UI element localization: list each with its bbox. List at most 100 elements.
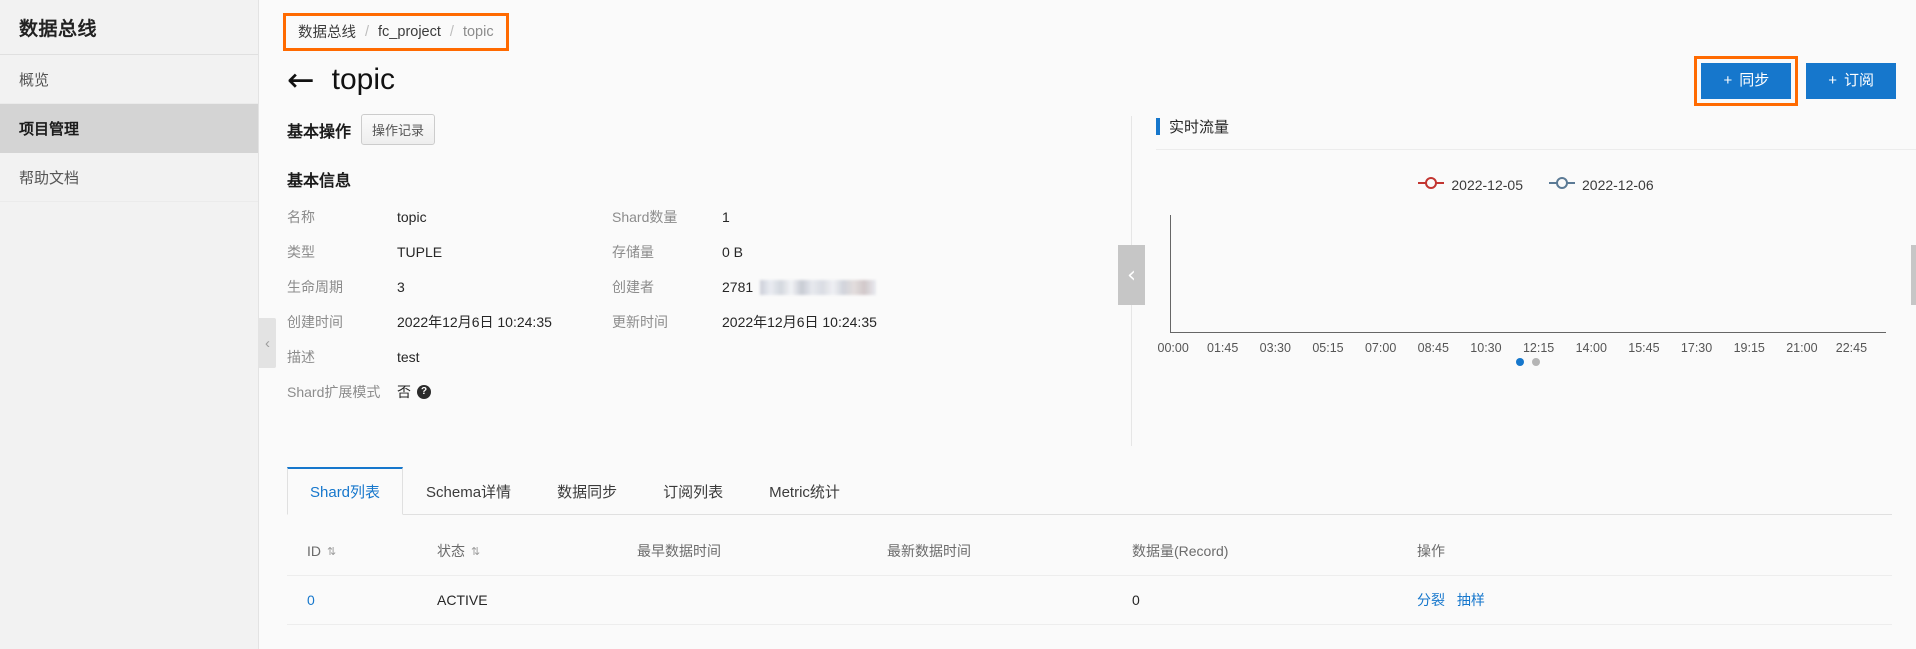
info-value-storage: 0 B (722, 244, 744, 260)
table-header-row: ID ⇅ 状态 ⇅ 最早数据时间 最新数据时间 数据量(Record) 操作 (287, 527, 1892, 576)
info-column: ‹ 基本操作 操作记录 基本信息 名称 topic Shard数量 1 类型 T… (259, 96, 1087, 446)
table-header-record-count: 数据量(Record) (1132, 527, 1417, 576)
tab-subscription-list[interactable]: 订阅列表 (640, 467, 746, 515)
chart-legend: 2022-12-05 2022-12-06 (1156, 176, 1916, 193)
sidebar-collapse-handle[interactable]: ‹ (259, 318, 276, 368)
plus-icon: + (1828, 72, 1837, 89)
info-value-empty-2 (722, 382, 1087, 402)
tab-data-sync[interactable]: 数据同步 (534, 467, 640, 515)
basic-info-grid: 名称 topic Shard数量 1 类型 TUPLE 存储量 0 B 生命周期… (287, 207, 1087, 402)
x-tick-label: 03:30 (1259, 341, 1291, 355)
info-value-create-time: 2022年12月6日 10:24:35 (397, 314, 552, 330)
basic-ops-section: 基本操作 操作记录 (287, 114, 1087, 145)
sidebar-item-label: 帮助文档 (19, 169, 80, 187)
sidebar-item-overview[interactable]: 概览 (0, 55, 258, 104)
back-arrow-icon[interactable]: ← (287, 63, 315, 96)
x-tick-label: 01:45 (1207, 341, 1239, 355)
chart-x-axis (1170, 332, 1886, 333)
sidebar-brand: 数据总线 (19, 18, 98, 40)
tab-bar: Shard列表 Schema详情 数据同步 订阅列表 Metric统计 (287, 467, 1892, 515)
breadcrumb-item-project[interactable]: fc_project (378, 24, 441, 40)
operation-record-button[interactable]: 操作记录 (361, 114, 436, 145)
sidebar: 数据总线 概览 项目管理 帮助文档 (0, 0, 259, 649)
panel-header: 实时流量 (1156, 116, 1916, 150)
panel-title: 实时流量 (1169, 119, 1230, 136)
cell-latest-time (887, 575, 1132, 625)
legend-label: 2022-12-06 (1582, 176, 1654, 193)
x-tick-label: 19:15 (1733, 341, 1765, 355)
x-tick-label: 12:15 (1522, 341, 1555, 355)
help-icon[interactable]: ? (417, 385, 431, 399)
breadcrumb-separator: / (365, 23, 370, 40)
legend-marker-icon (1418, 176, 1445, 193)
info-label-empty-1 (612, 347, 722, 367)
info-label-name: 名称 (287, 209, 315, 225)
sidebar-item-label: 项目管理 (19, 120, 80, 138)
x-tick-label: 05:15 (1312, 341, 1344, 355)
legend-item-series-2[interactable]: 2022-12-06 (1549, 176, 1654, 193)
sort-icon[interactable]: ⇅ (471, 545, 480, 558)
info-label-description: 描述 (287, 349, 315, 365)
x-tick-label: 07:00 (1364, 341, 1397, 355)
chart-dot-2[interactable] (1532, 358, 1540, 366)
x-tick-label: 10:30 (1470, 341, 1502, 355)
column-label: ID (307, 543, 321, 559)
info-value-lifecycle: 3 (397, 279, 405, 295)
breadcrumb-container: 数据总线 / fc_project / topic (259, 0, 1916, 51)
sync-button-highlight: + 同步 (1694, 56, 1799, 106)
sample-action-link[interactable]: 抽样 (1457, 592, 1485, 608)
breadcrumb: 数据总线 / fc_project / topic (283, 13, 509, 51)
subscribe-button[interactable]: + 订阅 (1806, 63, 1896, 99)
page-title: topic (331, 63, 396, 96)
sync-button[interactable]: + 同步 (1701, 63, 1792, 99)
legend-item-series-1[interactable]: 2022-12-05 (1418, 176, 1523, 193)
info-value-empty-1 (722, 347, 1087, 367)
chart-prev-button[interactable]: ‹ (1118, 245, 1145, 305)
breadcrumb-item-root[interactable]: 数据总线 (298, 21, 356, 42)
sidebar-item-project-management[interactable]: 项目管理 (0, 104, 258, 153)
info-label-lifecycle: 生命周期 (287, 279, 343, 295)
subscribe-button-label: 订阅 (1843, 72, 1874, 89)
table-header-operations: 操作 (1417, 527, 1892, 576)
table-header-state[interactable]: 状态 ⇅ (437, 527, 637, 576)
info-label-empty-2 (612, 382, 722, 402)
table-header-latest-time: 最新数据时间 (887, 527, 1132, 576)
split-action-link[interactable]: 分裂 (1417, 592, 1445, 608)
shard-id-link[interactable]: 0 (307, 592, 315, 608)
tab-schema-detail[interactable]: Schema详情 (403, 467, 534, 515)
table-header-earliest-time: 最早数据时间 (637, 527, 887, 576)
creator-id-prefix: 2781 (722, 279, 754, 295)
info-value-update-time: 2022年12月6日 10:24:35 (722, 314, 877, 330)
info-value-creator: 2781 (722, 277, 1087, 297)
info-label-type: 类型 (287, 244, 315, 260)
info-label-update-time: 更新时间 (612, 314, 668, 330)
detail-body: ‹ 基本操作 操作记录 基本信息 名称 topic Shard数量 1 类型 T… (259, 96, 1916, 446)
breadcrumb-separator: / (449, 23, 454, 40)
legend-label: 2022-12-05 (1451, 176, 1523, 193)
info-label-shard-expand-mode: Shard扩展模式 (287, 384, 381, 400)
sort-icon[interactable]: ⇅ (327, 545, 336, 558)
shard-expand-mode-text: 否 (397, 384, 411, 400)
chart-dot-1[interactable] (1516, 358, 1524, 366)
table-row: 0 ACTIVE 0 分裂 抽样 (287, 575, 1892, 625)
chart-pagination-dots (1516, 358, 1540, 366)
x-tick-label: 17:30 (1680, 341, 1713, 355)
table-head: ID ⇅ 状态 ⇅ 最早数据时间 最新数据时间 数据量(Record) 操作 (287, 527, 1892, 576)
x-tick-label: 22:45 (1835, 341, 1868, 355)
tab-metric-stats[interactable]: Metric统计 (746, 467, 863, 515)
chart-next-button[interactable]: › (1911, 245, 1916, 305)
x-tick-label: 14:00 (1575, 341, 1607, 355)
breadcrumb-item-current: topic (462, 23, 494, 40)
table-body: 0 ACTIVE 0 分裂 抽样 (287, 575, 1892, 625)
cell-earliest-time (637, 575, 887, 625)
legend-marker-icon (1549, 176, 1575, 193)
realtime-traffic-panel: 实时流量 2022-12-05 2022-12-06 ‹ 00:00 01:45… (1118, 116, 1916, 446)
table-header-id[interactable]: ID ⇅ (287, 527, 437, 576)
chart-x-tick-labels: 00:00 01:45 03:30 05:15 07:00 08:45 10:3… (1157, 341, 1886, 355)
info-value-shard-count: 1 (722, 209, 730, 225)
tab-shard-list[interactable]: Shard列表 (287, 467, 404, 515)
app-root: 数据总线 概览 项目管理 帮助文档 数据总线 / fc_project / to… (0, 0, 1916, 649)
sidebar-item-help-docs[interactable]: 帮助文档 (0, 153, 258, 202)
info-value-type: TUPLE (397, 244, 443, 260)
sidebar-item-label: 概览 (19, 71, 50, 89)
